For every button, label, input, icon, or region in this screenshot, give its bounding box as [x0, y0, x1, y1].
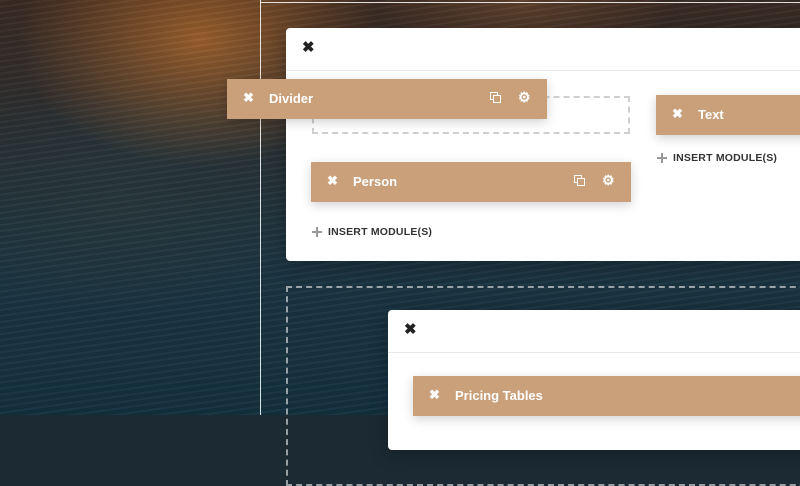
row-panel-header: ✖	[388, 310, 800, 353]
close-icon[interactable]: ✖	[672, 107, 684, 121]
duplicate-icon[interactable]	[574, 175, 585, 186]
duplicate-icon[interactable]	[490, 92, 501, 103]
section-outline	[260, 0, 261, 415]
gear-icon[interactable]: ⚙	[602, 173, 616, 187]
module-divider-dragging[interactable]: ✖ Divider ⚙	[227, 79, 547, 119]
module-person[interactable]: ✖ Person ⚙	[311, 162, 631, 202]
close-icon[interactable]: ✖	[404, 322, 418, 337]
insert-module-label: INSERT MODULE(S)	[673, 152, 778, 164]
section-outline-top	[260, 2, 800, 3]
close-icon[interactable]: ✖	[429, 388, 441, 402]
close-icon[interactable]: ✖	[327, 174, 339, 188]
close-icon[interactable]: ✖	[243, 91, 255, 105]
module-label: Divider	[269, 91, 314, 106]
gear-icon[interactable]: ⚙	[518, 90, 532, 104]
plus-icon	[657, 153, 667, 163]
module-label: Person	[353, 174, 398, 189]
insert-module-label: INSERT MODULE(S)	[328, 226, 433, 238]
insert-module-button[interactable]: INSERT MODULE(S)	[657, 152, 777, 164]
close-icon[interactable]: ✖	[302, 40, 316, 55]
module-pricing-tables[interactable]: ✖ Pricing Tables	[413, 376, 800, 416]
row-panel-header: ✖	[286, 28, 800, 71]
module-label: Pricing Tables	[455, 388, 543, 403]
insert-module-button[interactable]: INSERT MODULE(S)	[312, 226, 432, 238]
module-label: Text	[698, 107, 724, 122]
module-text[interactable]: ✖ Text	[656, 95, 800, 135]
plus-icon	[312, 227, 322, 237]
